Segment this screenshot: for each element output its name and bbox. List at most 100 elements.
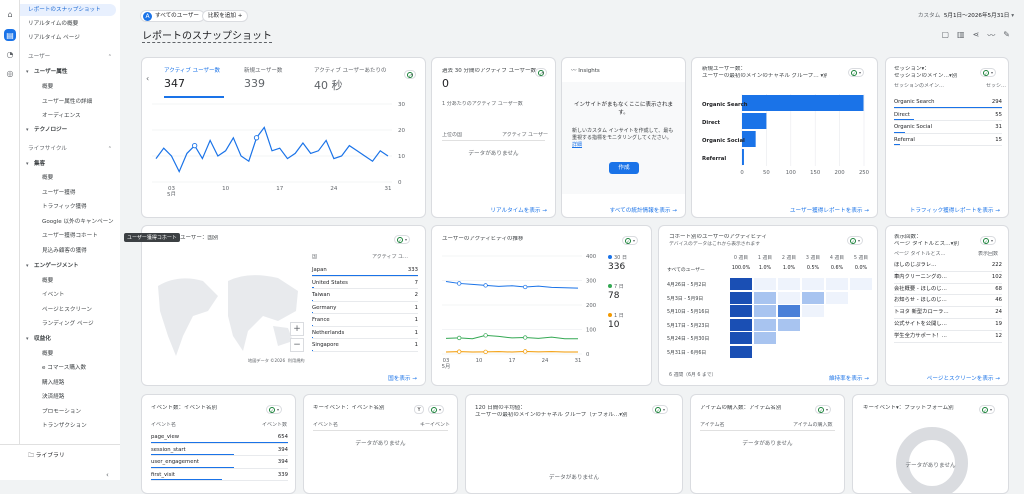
table-row[interactable]: 学生全力サポート！…12	[894, 331, 1002, 343]
compare-icon[interactable]: ▥	[957, 30, 965, 41]
table-row[interactable]: Organic Search294	[894, 96, 1002, 109]
user-acquisition-link[interactable]: ユーザー獲得レポートを表示 →	[790, 206, 869, 214]
cohort-cell[interactable]	[778, 278, 800, 290]
cohort-cell[interactable]	[754, 278, 776, 290]
traffic-acquisition-link[interactable]: トラフィック獲得レポートを表示 →	[910, 206, 1000, 214]
nav-item[interactable]: プロモーション	[20, 406, 116, 418]
nav-item[interactable]: 購入経路	[20, 377, 116, 389]
nav-item[interactable]: 概要	[20, 81, 116, 93]
nav-item[interactable]: トランザクション	[20, 420, 116, 432]
table-row[interactable]: トヨタ 新型カローラ…24	[894, 307, 1002, 319]
cohort-cell[interactable]	[730, 346, 752, 358]
verified-dropdown[interactable]: ✓	[815, 405, 831, 414]
cohort-cell[interactable]	[826, 292, 848, 304]
verified-dropdown[interactable]: ✓	[622, 236, 638, 245]
table-row[interactable]: Taiwan2	[312, 289, 418, 302]
zoom-in-button[interactable]: +	[290, 322, 304, 336]
verified-dropdown[interactable]: ✓	[848, 68, 864, 77]
table-row[interactable]: Organic Social31	[894, 121, 1002, 134]
table-row[interactable]: 公式サイトを公開し…19	[894, 319, 1002, 331]
nav-item[interactable]: ユーザー獲得コホート	[20, 230, 116, 242]
all-users-chip[interactable]: Aすべてのユーザー	[140, 10, 205, 22]
table-row[interactable]: France1	[312, 314, 418, 327]
cohort-cell[interactable]	[778, 319, 800, 331]
share-icon[interactable]: ⋖	[973, 30, 980, 41]
reports-icon[interactable]: ▤	[4, 29, 16, 41]
cohort-cell[interactable]	[730, 319, 752, 331]
table-row[interactable]: Germany1	[312, 302, 418, 315]
collapse-nav-icon[interactable]: ‹	[106, 471, 109, 479]
retention-link[interactable]: 維持率を表示 →	[829, 374, 869, 382]
nav-item[interactable]: 見込み顧客の獲得	[20, 245, 116, 257]
cohort-cell[interactable]	[730, 305, 752, 317]
library-link[interactable]: 🗀 ライブラリ	[28, 450, 65, 461]
explore-icon[interactable]: ◔	[4, 48, 16, 60]
nav-item[interactable]: リアルタイム ページ	[20, 32, 116, 44]
verified-icon[interactable]: ✓	[404, 70, 416, 79]
table-row[interactable]: Direct55	[894, 109, 1002, 122]
add-comparison-button[interactable]: 比較を追加 +	[202, 10, 248, 22]
edit-icon[interactable]: ✎	[1003, 30, 1010, 41]
pages-screens-link[interactable]: ページとスクリーンを表示 →	[927, 374, 1000, 382]
metric-tab-engagement[interactable]: アクティブ ユーザーあたりの 40 秒	[314, 66, 394, 93]
table-row[interactable]: Referral15	[894, 134, 1002, 147]
nav-item[interactable]: ライフサイクル⌃	[20, 143, 116, 155]
nav-item[interactable]: イベント	[20, 289, 116, 301]
table-row[interactable]: user_engagement394	[151, 456, 288, 469]
table-row[interactable]: Netherlands1	[312, 327, 418, 340]
detail-link[interactable]: 詳細	[572, 142, 582, 148]
customize-report-icon[interactable]: ▢	[941, 30, 949, 41]
insights-icon[interactable]: 〰	[987, 30, 995, 41]
table-row[interactable]: first_visit339	[151, 469, 288, 482]
zoom-out-button[interactable]: −	[290, 338, 304, 352]
table-row[interactable]: ほしのじぷラレ…222	[894, 260, 1002, 272]
cohort-cell[interactable]	[730, 292, 752, 304]
nav-item[interactable]: ▾集客	[20, 158, 116, 170]
verified-dropdown[interactable]: ✓	[847, 236, 863, 245]
table-row[interactable]: 車内クリーニングの…102	[894, 272, 1002, 284]
nav-item[interactable]: e コマース購入数	[20, 362, 116, 374]
verified-dropdown[interactable]: ✓	[394, 235, 410, 244]
cohort-cell[interactable]	[754, 292, 776, 304]
cohort-cell[interactable]	[754, 305, 776, 317]
cohort-cell[interactable]	[850, 278, 872, 290]
nav-item[interactable]: 概要	[20, 348, 116, 360]
insights-view-link[interactable]: すべての統計情報を表示 →	[610, 206, 677, 214]
nav-item[interactable]: ▾エンゲージメント	[20, 260, 116, 272]
nav-item[interactable]: ランディング ページ	[20, 318, 116, 330]
table-row[interactable]: United States7	[312, 277, 418, 290]
chevron-left-icon[interactable]: ‹	[146, 74, 149, 83]
verified-dropdown[interactable]: ✓	[428, 405, 444, 414]
cohort-cell[interactable]	[826, 278, 848, 290]
cohort-cell[interactable]	[802, 278, 824, 290]
cohort-cell[interactable]	[754, 332, 776, 344]
nav-item[interactable]: トラフィック獲得	[20, 201, 116, 213]
cohort-cell[interactable]	[730, 332, 752, 344]
nav-item[interactable]: ページとスクリーン	[20, 304, 116, 316]
metric-tab-active-users[interactable]: アクティブ ユーザー数 347	[164, 66, 224, 98]
create-insight-button[interactable]: 作成	[609, 162, 639, 174]
verified-dropdown[interactable]: ✓	[979, 405, 995, 414]
nav-item[interactable]: ▾ユーザー属性	[20, 66, 116, 78]
cohort-cell[interactable]	[778, 305, 800, 317]
table-row[interactable]: Japan333	[312, 264, 418, 277]
cohort-cell[interactable]	[754, 319, 776, 331]
home-icon[interactable]: ⌂	[4, 8, 16, 20]
nav-item[interactable]: ▾テクノロジー	[20, 124, 116, 136]
cohort-cell[interactable]	[778, 292, 800, 304]
nav-item[interactable]: ユーザー獲得	[20, 187, 116, 199]
nav-item[interactable]: レポートのスナップショット	[20, 4, 116, 16]
verified-icon[interactable]: ✓	[535, 68, 547, 77]
nav-item[interactable]: Google 以外のキャンペーン	[20, 216, 116, 228]
table-row[interactable]: session_start394	[151, 444, 288, 457]
metric-tab-new-users[interactable]: 新規ユーザー数 339	[244, 66, 304, 90]
table-row[interactable]: お知らせ - ほしのじ…46	[894, 295, 1002, 307]
date-range-picker[interactable]: カスタム 5月1日～2026年5月31日 ▾	[918, 11, 1014, 19]
table-row[interactable]: Singapore1	[312, 339, 418, 352]
verified-dropdown[interactable]: ✓	[980, 68, 996, 77]
nav-item[interactable]: ▾収益化	[20, 333, 116, 345]
nav-item[interactable]: 決済経路	[20, 391, 116, 403]
nav-item[interactable]: リアルタイムの概要	[20, 18, 116, 30]
nav-item[interactable]: ユーザー属性の詳細	[20, 96, 116, 108]
nav-item[interactable]: オーディエンス	[20, 110, 116, 122]
